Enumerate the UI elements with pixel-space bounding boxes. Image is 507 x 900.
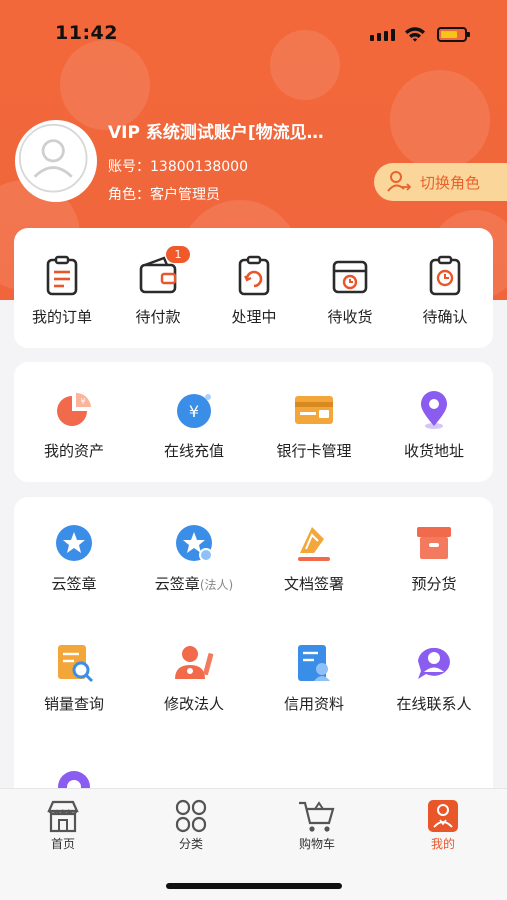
order-list-icon bbox=[40, 254, 84, 298]
finance-my-assets-label: 我的资产 bbox=[43, 442, 104, 460]
pending-payment-badge: 1 bbox=[166, 246, 190, 263]
tool-cloud-seal-label: 云签章 bbox=[51, 575, 97, 593]
account-number: 账号：13800138000 bbox=[108, 159, 248, 175]
tool-pre-allocate-label: 预分货 bbox=[411, 575, 457, 593]
tool-cloud-seal-legal-text: 云签章 bbox=[154, 575, 200, 593]
tool-pre-allocate[interactable]: 预分货 bbox=[386, 521, 482, 594]
switch-role-button[interactable]: 切换角色 bbox=[374, 163, 507, 201]
tab-cart[interactable]: 购物车 bbox=[272, 799, 362, 852]
finance-my-assets[interactable]: ¥ 我的资产 bbox=[26, 388, 122, 461]
tab-home[interactable]: 首页 bbox=[18, 799, 108, 852]
online-contact-icon bbox=[412, 641, 456, 685]
account-name: VIP 系统测试账户[物流见… bbox=[108, 123, 324, 143]
tool-sales-query[interactable]: 销量查询 bbox=[26, 641, 122, 714]
tool-online-contact-label: 在线联系人 bbox=[396, 695, 472, 713]
finance-bank-card-label: 银行卡管理 bbox=[276, 442, 352, 460]
credit-profile-icon bbox=[292, 641, 336, 685]
order-pending-confirm-label: 待确认 bbox=[422, 308, 468, 326]
confirm-clock-icon bbox=[423, 254, 467, 298]
svg-text:¥: ¥ bbox=[189, 402, 199, 421]
switch-user-icon bbox=[387, 171, 412, 192]
tool-sales-query-label: 销量查询 bbox=[43, 695, 104, 713]
finance-shipping-address-label: 收货地址 bbox=[403, 442, 464, 460]
orders-card: 我的订单 1 待付款 处理中 待收货 待确认 bbox=[14, 228, 493, 348]
tool-document-sign-label: 文档签署 bbox=[283, 575, 344, 593]
recharge-yen-icon: ¥ bbox=[172, 388, 216, 432]
order-my-orders[interactable]: 我的订单 bbox=[14, 254, 110, 327]
tab-cart-label: 购物车 bbox=[298, 837, 335, 851]
tool-edit-legal-person[interactable]: 修改法人 bbox=[146, 641, 242, 714]
category-grid-icon bbox=[175, 799, 207, 833]
receive-box-icon bbox=[328, 254, 372, 298]
order-processing[interactable]: 处理中 bbox=[206, 254, 302, 327]
tool-document-sign[interactable]: 文档签署 bbox=[266, 521, 362, 594]
switch-role-label: 切换角色 bbox=[420, 173, 481, 192]
cloud-seal-legal-icon bbox=[172, 521, 216, 565]
battery-icon bbox=[437, 27, 470, 42]
default-avatar-icon bbox=[18, 123, 88, 193]
order-pending-receipt-label: 待收货 bbox=[327, 308, 373, 326]
tool-cloud-seal-legal[interactable]: 云签章(法人) bbox=[146, 521, 242, 594]
finance-online-recharge[interactable]: ¥ 在线充值 bbox=[146, 388, 242, 461]
pre-allocate-box-icon bbox=[412, 521, 456, 565]
tab-home-label: 首页 bbox=[50, 837, 75, 851]
home-store-icon bbox=[47, 800, 79, 833]
order-pending-confirm[interactable]: 待确认 bbox=[397, 254, 493, 327]
status-bar: 11:42 bbox=[0, 0, 507, 64]
order-pending-receipt[interactable]: 待收货 bbox=[302, 254, 398, 327]
sales-query-icon bbox=[52, 641, 96, 685]
bank-card-icon bbox=[292, 388, 336, 432]
tool-edit-legal-person-label: 修改法人 bbox=[163, 695, 224, 713]
tool-online-contact[interactable]: 在线联系人 bbox=[386, 641, 482, 714]
tool-credit-profile-label: 信用资料 bbox=[283, 695, 344, 713]
avatar[interactable] bbox=[15, 120, 97, 202]
order-pending-payment-label: 待付款 bbox=[135, 308, 181, 326]
wallet-icon: 1 bbox=[136, 246, 190, 298]
profile-person-icon bbox=[428, 800, 458, 832]
tab-profile[interactable]: 我的 bbox=[398, 799, 488, 852]
finance-card: ¥ 我的资产 ¥ 在线充值 银行卡管理 收货地址 bbox=[14, 362, 493, 482]
finance-online-recharge-label: 在线充值 bbox=[163, 442, 224, 460]
order-pending-payment[interactable]: 1 待付款 bbox=[110, 246, 206, 327]
location-pin-icon bbox=[412, 388, 456, 432]
finance-bank-card[interactable]: 银行卡管理 bbox=[266, 388, 362, 461]
edit-legal-person-icon bbox=[172, 641, 216, 685]
wifi-icon bbox=[405, 27, 425, 42]
svg-text:¥: ¥ bbox=[80, 397, 85, 406]
cart-icon bbox=[299, 801, 335, 832]
tool-cloud-seal-legal-label: 云签章(法人) bbox=[155, 573, 233, 594]
account-role: 角色：客户管理员 bbox=[108, 187, 220, 203]
status-time: 11:42 bbox=[55, 22, 118, 44]
finance-shipping-address[interactable]: 收货地址 bbox=[386, 388, 482, 461]
processing-clipboard-icon bbox=[232, 254, 276, 298]
home-indicator bbox=[166, 883, 342, 889]
order-processing-label: 处理中 bbox=[231, 308, 277, 326]
cellular-signal-icon bbox=[370, 29, 395, 41]
order-my-orders-label: 我的订单 bbox=[31, 308, 92, 326]
tab-profile-label: 我的 bbox=[430, 837, 455, 851]
tab-category-label: 分类 bbox=[178, 837, 203, 851]
cloud-seal-icon bbox=[52, 521, 96, 565]
tool-credit-profile[interactable]: 信用资料 bbox=[266, 641, 362, 714]
assets-pie-icon: ¥ bbox=[52, 388, 96, 432]
legal-person-suffix: (法人) bbox=[199, 578, 234, 592]
tools-card: 云签章 云签章(法人) 文档签署 预分货 销量查询 修改法人 信用资料 在线联系… bbox=[14, 497, 493, 817]
tool-cloud-seal[interactable]: 云签章 bbox=[26, 521, 122, 594]
document-sign-icon bbox=[292, 521, 336, 565]
tab-category[interactable]: 分类 bbox=[146, 799, 236, 852]
